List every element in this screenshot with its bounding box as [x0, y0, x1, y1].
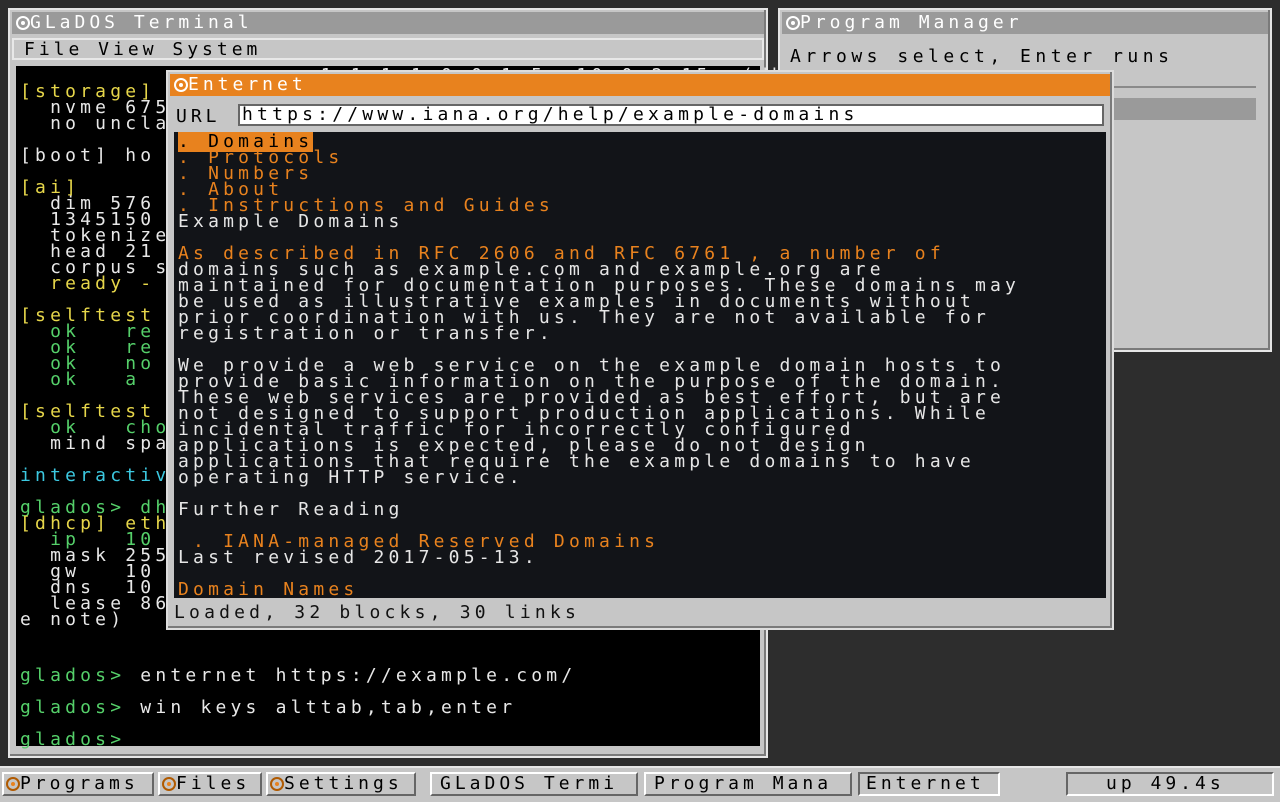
task-program-manager[interactable]: Program Mana	[644, 772, 852, 796]
browser-status: Loaded, 32 blocks, 30 links	[174, 602, 580, 623]
settings-icon	[270, 777, 284, 791]
page-heading: Example Domains	[178, 211, 404, 232]
prompt: glados>	[20, 729, 126, 750]
terminal-menubar[interactable]: File View System	[12, 38, 764, 60]
terminal-prompt-line: glados>	[20, 729, 126, 750]
terminal-line: [boot] ho	[20, 145, 156, 166]
window-menu-icon[interactable]	[16, 16, 30, 30]
programs-icon	[6, 777, 20, 791]
terminal-line: ready -	[20, 273, 156, 294]
terminal-line: interactiv	[20, 465, 171, 486]
terminal-line: no uncla	[20, 113, 171, 134]
taskbar: Programs Files Settings GLaDOS Termi Pro…	[0, 766, 1280, 802]
terminal-prompt-line: glados> enternet https://example.com/	[20, 665, 577, 686]
program-list-selection[interactable]	[1110, 98, 1256, 120]
paragraph-line: registration or transfer.	[178, 323, 554, 344]
window-menu-icon[interactable]	[174, 78, 188, 92]
terminal-menu[interactable]: File View System	[24, 39, 261, 60]
prompt: glados>	[20, 697, 126, 718]
terminal-titlebar[interactable]: GLaDOS Terminal	[12, 12, 764, 34]
program-manager-title: Program Manager	[800, 12, 1023, 33]
command-text: win keys alttab,tab,enter	[125, 697, 517, 718]
files-button[interactable]: Files	[158, 772, 262, 796]
domain-names-link[interactable]: Domain Names	[178, 581, 358, 599]
task-terminal[interactable]: GLaDOS Termi	[430, 772, 638, 796]
files-icon	[162, 777, 176, 791]
program-manager-hint: Arrows select, Enter runs	[790, 46, 1174, 67]
prompt: glados>	[20, 665, 126, 686]
terminal-title: GLaDOS Terminal	[30, 12, 253, 33]
browser-window[interactable]: Enternet URL https://www.iana.org/help/e…	[166, 70, 1114, 630]
browser-title: Enternet	[188, 74, 307, 95]
program-manager-titlebar[interactable]: Program Manager	[782, 12, 1268, 34]
terminal-line: e note)	[20, 609, 126, 630]
terminal-prompt-line: glados> win keys alttab,tab,enter	[20, 697, 517, 718]
uptime-clock: up 49.4s	[1066, 772, 1274, 796]
programs-button[interactable]: Programs	[2, 772, 154, 796]
command-text: enternet https://example.com/	[125, 665, 577, 686]
url-row: URL https://www.iana.org/help/example-do…	[174, 102, 1106, 128]
task-browser[interactable]: Enternet	[858, 772, 1000, 796]
url-input[interactable]: https://www.iana.org/help/example-domain…	[238, 104, 1104, 126]
browser-titlebar[interactable]: Enternet	[170, 74, 1110, 96]
terminal-line: ok a	[20, 369, 156, 390]
paragraph-line: operating HTTP service.	[178, 467, 524, 488]
settings-button[interactable]: Settings	[266, 772, 416, 796]
further-reading-heading: Further Reading	[178, 499, 404, 520]
window-menu-icon[interactable]	[786, 16, 800, 30]
url-label: URL	[176, 106, 221, 127]
page-content[interactable]: . Domains . Protocols . Numbers . About …	[174, 132, 1106, 598]
terminal-line: mind spa	[20, 433, 171, 454]
last-revised: Last revised 2017-05-13.	[178, 547, 539, 568]
